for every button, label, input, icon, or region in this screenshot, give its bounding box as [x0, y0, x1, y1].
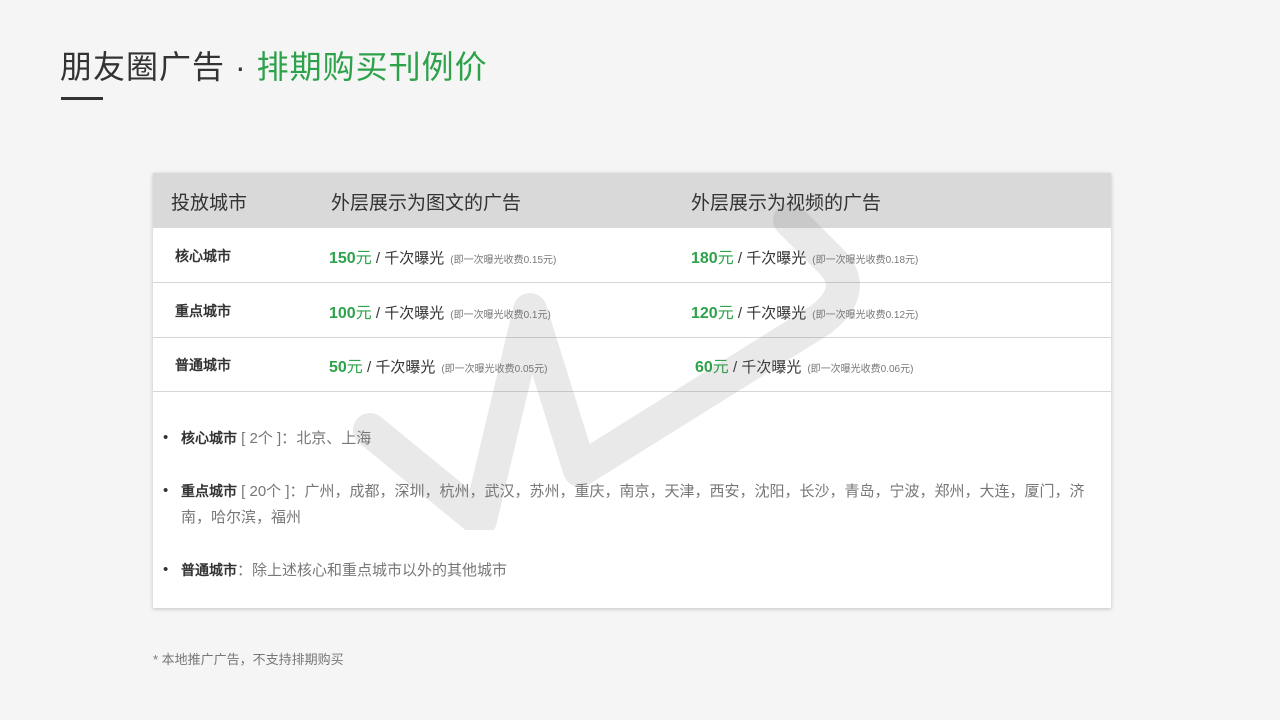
price-value: 180 — [691, 250, 718, 267]
note-text: 广州，成都，深圳，杭州，武汉，苏州，重庆，南京，天津，西安，沈阳，长沙，青岛，宁… — [181, 483, 1085, 526]
price-value: 50 — [329, 359, 347, 376]
price-per: / 千次曝光 — [733, 250, 807, 267]
title-underline — [61, 97, 103, 100]
price-note: (即一次曝光收费0.12元) — [812, 310, 919, 321]
table-header: 投放城市 外层展示为图文的广告 外层展示为视频的广告 — [153, 173, 1111, 228]
price-note: (即一次曝光收费0.18元) — [812, 255, 919, 266]
footnote: * 本地推广广告，不支持排期购买 — [153, 652, 344, 667]
price-unit: 元 — [355, 305, 372, 322]
page-title: 朋友圈广告 · 排期购买刊例价 — [60, 42, 488, 88]
note-count: [ 20个 ]： — [237, 483, 305, 500]
video-ad-price: 180元 / 千次曝光 (即一次曝光收费0.18元) — [691, 244, 918, 268]
bullet: • — [163, 561, 169, 578]
price-unit: 元 — [717, 305, 734, 322]
header-image-ad: 外层展示为图文的广告 — [331, 193, 522, 214]
price-value: 150 — [329, 250, 356, 267]
city-tier: 普通城市 — [175, 357, 231, 373]
price-note: (即一次曝光收费0.15元) — [450, 255, 557, 266]
price-note: (即一次曝光收费0.06元) — [807, 364, 914, 375]
price-per: / 千次曝光 — [733, 305, 807, 322]
city-tier: 核心城市 — [175, 248, 231, 264]
bullet: • — [163, 482, 169, 499]
price-value: 60 — [695, 359, 713, 376]
note-label: 重点城市 — [181, 483, 237, 499]
header-video-ad: 外层展示为视频的广告 — [691, 193, 882, 214]
note-text: 除上述核心和重点城市以外的其他城市 — [252, 562, 508, 579]
title-separator: · — [235, 49, 247, 85]
city-tier: 重点城市 — [175, 303, 231, 319]
table-row: 普通城市 50元 / 千次曝光 (即一次曝光收费0.05元) 60元 / 千次曝光… — [153, 337, 1111, 392]
bullet: • — [163, 429, 169, 446]
list-item: • 普通城市：除上述核心和重点城市以外的其他城市 — [163, 557, 1098, 584]
price-per: / 千次曝光 — [371, 250, 445, 267]
price-value: 100 — [329, 305, 356, 322]
note-count: ： — [237, 562, 253, 579]
header-city: 投放城市 — [171, 193, 248, 214]
video-ad-price: 60元 / 千次曝光 (即一次曝光收费0.06元) — [695, 353, 913, 377]
list-item: • 核心城市 [ 2个 ]：北京、上海 — [163, 425, 1098, 452]
price-value: 120 — [691, 305, 718, 322]
image-ad-price: 100元 / 千次曝光 (即一次曝光收费0.1元) — [329, 299, 551, 323]
price-per: / 千次曝光 — [362, 359, 436, 376]
note-count: [ 2个 ]： — [237, 430, 297, 447]
table-row: 核心城市 150元 / 千次曝光 (即一次曝光收费0.15元) 180元 / 千次… — [153, 228, 1111, 283]
video-ad-price: 120元 / 千次曝光 (即一次曝光收费0.12元) — [691, 299, 918, 323]
image-ad-price: 50元 / 千次曝光 (即一次曝光收费0.05元) — [329, 353, 547, 377]
price-unit: 元 — [712, 359, 729, 376]
title-main: 朋友圈广告 — [60, 49, 226, 85]
list-item: • 重点城市 [ 20个 ]：广州，成都，深圳，杭州，武汉，苏州，重庆，南京，天… — [163, 478, 1098, 531]
image-ad-price: 150元 / 千次曝光 (即一次曝光收费0.15元) — [329, 244, 556, 268]
price-unit: 元 — [355, 250, 372, 267]
note-text: 北京、上海 — [296, 430, 372, 447]
price-note: (即一次曝光收费0.05元) — [441, 364, 548, 375]
price-unit: 元 — [717, 250, 734, 267]
price-per: / 千次曝光 — [728, 359, 802, 376]
pricing-card: 投放城市 外层展示为图文的广告 外层展示为视频的广告 核心城市 150元 / 千… — [153, 173, 1111, 608]
table-row: 重点城市 100元 / 千次曝光 (即一次曝光收费0.1元) 120元 / 千次曝… — [153, 283, 1111, 338]
note-label: 核心城市 — [181, 430, 237, 446]
price-per: / 千次曝光 — [371, 305, 445, 322]
note-label: 普通城市 — [181, 562, 237, 578]
price-unit: 元 — [346, 359, 363, 376]
price-note: (即一次曝光收费0.1元) — [450, 310, 551, 321]
title-accent: 排期购买刊例价 — [256, 49, 488, 85]
